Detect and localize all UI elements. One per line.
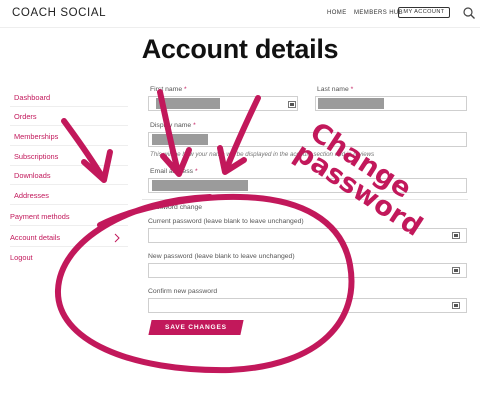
sidebar-divider (10, 246, 128, 247)
password-manager-icon[interactable] (452, 302, 460, 309)
password-manager-icon[interactable] (452, 267, 460, 274)
sidebar-divider (10, 145, 128, 146)
sidebar-item-memberships[interactable]: Memberships (14, 132, 58, 141)
fieldset-border (142, 199, 468, 200)
page-title: Account details (141, 34, 339, 64)
sidebar-divider (10, 204, 128, 205)
sidebar-item-dashboard[interactable]: Dashboard (14, 93, 50, 102)
password-manager-icon[interactable] (452, 232, 460, 239)
sidebar-divider (10, 125, 128, 126)
sidebar-divider (10, 184, 128, 185)
sidebar-item-orders[interactable]: Orders (14, 112, 37, 121)
sidebar-item-account-details[interactable]: Account details (10, 233, 60, 242)
arrow-down-icon (61, 118, 106, 181)
nav-members-hub-link[interactable]: MEMBERS HUB (354, 10, 403, 16)
sidebar-divider (10, 165, 128, 166)
nav-my-account-button[interactable]: MY ACCOUNT (398, 7, 450, 18)
redaction-block (318, 98, 384, 109)
redaction-block (156, 98, 220, 109)
sidebar-item-subscriptions[interactable]: Subscriptions (14, 152, 58, 161)
chevron-right-icon (114, 233, 120, 243)
new-password-label: New password (leave blank to leave uncha… (148, 253, 295, 260)
redaction-block (152, 180, 248, 191)
password-change-legend: Password change (148, 204, 203, 211)
nav-home-link[interactable]: HOME (327, 10, 347, 16)
save-changes-button[interactable]: SAVE CHANGES (148, 320, 244, 335)
display-name-label: Display name * (150, 122, 196, 129)
sidebar-item-addresses[interactable]: Addresses (14, 191, 49, 200)
new-password-field[interactable] (148, 263, 467, 278)
password-manager-icon[interactable] (288, 101, 296, 108)
sidebar-divider (10, 225, 128, 226)
search-icon[interactable] (462, 6, 476, 20)
confirm-password-field[interactable] (148, 298, 467, 313)
header-divider (0, 27, 480, 28)
site-logo[interactable]: COACH SOCIAL (12, 7, 106, 19)
current-password-label: Current password (leave blank to leave u… (148, 218, 304, 225)
sidebar-item-payment-methods[interactable]: Payment methods (10, 212, 70, 221)
current-password-field[interactable] (148, 228, 467, 243)
sidebar-item-logout[interactable]: Logout (10, 253, 33, 262)
confirm-password-label: Confirm new password (148, 288, 218, 295)
arrow-head (81, 149, 113, 183)
first-name-label: First name * (150, 86, 187, 93)
sidebar-item-downloads[interactable]: Downloads (14, 171, 51, 180)
sidebar-divider (10, 106, 128, 107)
last-name-label: Last name * (317, 86, 354, 93)
redaction-block (152, 134, 208, 145)
email-label: Email address * (150, 168, 198, 175)
